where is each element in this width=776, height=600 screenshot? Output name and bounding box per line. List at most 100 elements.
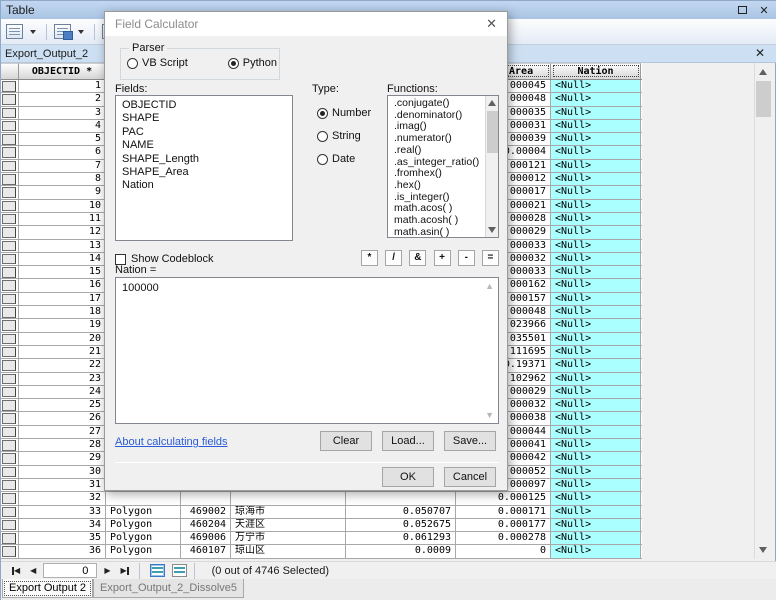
cell-shape-area[interactable]: 0.000177 xyxy=(456,519,551,531)
cell-shape-area[interactable]: 0.000278 xyxy=(456,532,551,544)
cell-objectid[interactable]: 33 xyxy=(19,506,106,518)
row-selector[interactable] xyxy=(1,306,19,318)
header-nation[interactable]: Nation xyxy=(551,63,641,79)
list-item[interactable]: Nation xyxy=(116,179,292,192)
maximize-button[interactable] xyxy=(735,3,749,17)
cell-pac[interactable] xyxy=(181,492,231,504)
cell-shape-length[interactable]: 0.050707 xyxy=(346,506,456,518)
list-item[interactable]: OBJECTID xyxy=(116,99,292,112)
cell-shape-area[interactable]: 0.000171 xyxy=(456,506,551,518)
cell-objectid[interactable]: 3 xyxy=(19,107,106,119)
cell-objectid[interactable]: 20 xyxy=(19,333,106,345)
cell-nation[interactable]: <Null> xyxy=(551,80,641,92)
last-record-button[interactable]: ▶ xyxy=(117,566,131,575)
cell-nation[interactable]: <Null> xyxy=(551,466,641,478)
scroll-up-icon[interactable] xyxy=(488,100,496,106)
cell-objectid[interactable]: 5 xyxy=(19,133,106,145)
row-selector[interactable] xyxy=(1,253,19,265)
table-options-icon[interactable] xyxy=(6,24,23,39)
cell-nation[interactable]: <Null> xyxy=(551,506,641,518)
cell-objectid[interactable]: 27 xyxy=(19,426,106,438)
row-selector[interactable] xyxy=(1,279,19,291)
cell-pac[interactable]: 469002 xyxy=(181,506,231,518)
vertical-scrollbar[interactable] xyxy=(754,63,771,559)
cell-objectid[interactable]: 35 xyxy=(19,532,106,544)
cell-objectid[interactable]: 18 xyxy=(19,306,106,318)
list-item[interactable]: .conjugate() xyxy=(388,98,498,110)
row-selector[interactable] xyxy=(1,93,19,105)
cell-pac[interactable]: 460204 xyxy=(181,519,231,531)
row-selector[interactable] xyxy=(1,146,19,158)
fields-list[interactable]: OBJECTIDSHAPEPACNAMESHAPE_LengthSHAPE_Ar… xyxy=(115,95,293,241)
cell-nation[interactable]: <Null> xyxy=(551,412,641,424)
cell-nation[interactable]: <Null> xyxy=(551,240,641,252)
cell-nation[interactable]: <Null> xyxy=(551,346,641,358)
cell-objectid[interactable]: 31 xyxy=(19,479,106,491)
expression-input[interactable]: 100000 ▲ ▼ xyxy=(115,277,499,424)
cell-nation[interactable]: <Null> xyxy=(551,160,641,172)
cell-shape-length[interactable]: 0.052675 xyxy=(346,519,456,531)
operator-button-sym[interactable]: * xyxy=(361,250,378,266)
close-table-panel-icon[interactable]: ✕ xyxy=(755,46,765,60)
cell-objectid[interactable]: 2 xyxy=(19,93,106,105)
row-selector[interactable] xyxy=(1,386,19,398)
header-objectid[interactable]: OBJECTID * xyxy=(19,63,106,79)
table-options-dropdown-icon[interactable] xyxy=(30,30,36,34)
cell-nation[interactable]: <Null> xyxy=(551,479,641,491)
previous-record-button[interactable]: ◀ xyxy=(27,566,39,575)
cell-nation[interactable]: <Null> xyxy=(551,293,641,305)
cell-name[interactable]: 万宁市 xyxy=(231,532,346,544)
operator-button-sym[interactable]: + xyxy=(434,250,451,266)
save-button[interactable]: Save... xyxy=(444,431,496,451)
cell-shape-length[interactable] xyxy=(346,492,456,504)
about-calculating-fields-link[interactable]: About calculating fields xyxy=(115,436,228,448)
scroll-up-icon[interactable] xyxy=(759,69,767,75)
cell-shape-area[interactable]: 0 xyxy=(456,545,551,557)
row-selector[interactable] xyxy=(1,426,19,438)
operator-button-sym[interactable]: & xyxy=(409,250,426,266)
ok-button[interactable]: OK xyxy=(382,467,434,487)
cell-shape[interactable]: Polygon xyxy=(106,506,181,518)
cell-nation[interactable]: <Null> xyxy=(551,200,641,212)
cell-nation[interactable]: <Null> xyxy=(551,386,641,398)
cell-nation[interactable]: <Null> xyxy=(551,226,641,238)
related-tables-icon[interactable] xyxy=(54,24,71,39)
cell-objectid[interactable]: 29 xyxy=(19,452,106,464)
cell-objectid[interactable]: 15 xyxy=(19,266,106,278)
row-selector[interactable] xyxy=(1,319,19,331)
cell-objectid[interactable]: 9 xyxy=(19,186,106,198)
cell-nation[interactable]: <Null> xyxy=(551,492,641,504)
cell-objectid[interactable]: 4 xyxy=(19,120,106,132)
row-selector[interactable] xyxy=(1,479,19,491)
cell-shape-area[interactable]: 0.000125 xyxy=(456,492,551,504)
cell-nation[interactable]: <Null> xyxy=(551,93,641,105)
cell-objectid[interactable]: 34 xyxy=(19,519,106,531)
row-selector[interactable] xyxy=(1,506,19,518)
row-selector[interactable] xyxy=(1,120,19,132)
functions-list[interactable]: .conjugate().denominator().imag().numera… xyxy=(387,95,499,238)
cell-objectid[interactable]: 30 xyxy=(19,466,106,478)
cell-nation[interactable]: <Null> xyxy=(551,213,641,225)
row-selector[interactable] xyxy=(1,466,19,478)
list-item[interactable]: .real() xyxy=(388,145,498,157)
cell-objectid[interactable]: 32 xyxy=(19,492,106,504)
cell-shape-length[interactable]: 0.061293 xyxy=(346,532,456,544)
load-button[interactable]: Load... xyxy=(382,431,434,451)
scrollbar-thumb[interactable] xyxy=(487,111,498,153)
cell-objectid[interactable]: 1 xyxy=(19,80,106,92)
list-item[interactable]: SHAPE xyxy=(116,112,292,125)
cell-nation[interactable]: <Null> xyxy=(551,333,641,345)
cell-nation[interactable]: <Null> xyxy=(551,519,641,531)
cell-objectid[interactable]: 14 xyxy=(19,253,106,265)
cell-objectid[interactable]: 8 xyxy=(19,173,106,185)
cell-nation[interactable]: <Null> xyxy=(551,399,641,411)
cell-objectid[interactable]: 22 xyxy=(19,359,106,371)
cell-nation[interactable]: <Null> xyxy=(551,373,641,385)
cell-objectid[interactable]: 11 xyxy=(19,213,106,225)
parser-radio-vb-script[interactable]: VB Script xyxy=(127,57,188,69)
row-selector[interactable] xyxy=(1,133,19,145)
row-selector[interactable] xyxy=(1,80,19,92)
cell-nation[interactable]: <Null> xyxy=(551,439,641,451)
cell-nation[interactable]: <Null> xyxy=(551,173,641,185)
cell-objectid[interactable]: 19 xyxy=(19,319,106,331)
